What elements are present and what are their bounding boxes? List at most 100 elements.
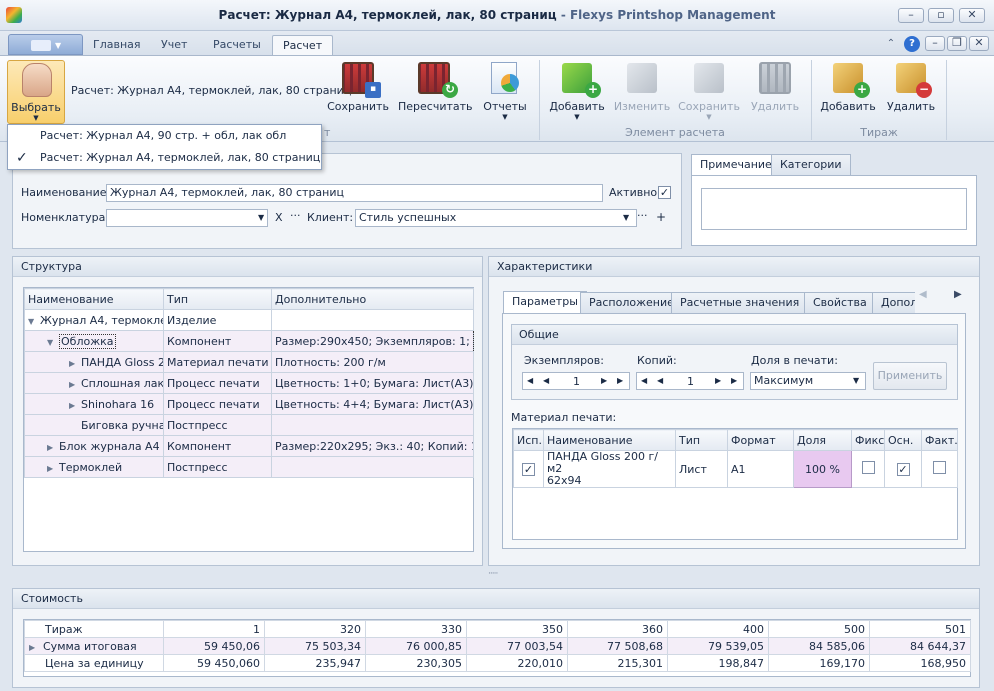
edit-element-button[interactable]: Изменить xyxy=(612,60,672,124)
tab-properties[interactable]: Свойства xyxy=(804,292,876,313)
add-client-button[interactable]: + xyxy=(656,210,666,224)
chevron-down-icon: ▼ xyxy=(33,114,39,122)
add-run-button[interactable]: + Добавить xyxy=(818,60,878,124)
col-type-header[interactable]: Тип xyxy=(675,429,728,451)
maximize-button[interactable]: ▫ xyxy=(928,8,954,23)
clear-nomenclature-button[interactable]: X xyxy=(275,211,283,224)
characteristics-title: Характеристики xyxy=(489,257,979,277)
cost-title: Стоимость xyxy=(13,589,979,609)
delete-element-button[interactable]: Удалить xyxy=(746,60,804,124)
tab-accounting[interactable]: Учет xyxy=(151,35,197,56)
col-actual-header[interactable]: Факт. xyxy=(921,429,958,451)
dropdown-item[interactable]: Расчет: Журнал А4, 90 стр. + обл, лак об… xyxy=(8,125,321,147)
actual-checkbox[interactable] xyxy=(933,461,946,474)
tree-row[interactable]: ▼Журнал А4, термоклей, лак, 80 страниц И… xyxy=(24,309,474,331)
last-icon[interactable]: ▶ xyxy=(617,376,623,385)
tab-parameters[interactable]: Параметры xyxy=(503,291,587,314)
select-calc-button[interactable]: Выбрать ▼ xyxy=(7,60,65,124)
tab-additional[interactable]: Дополнительно xyxy=(872,292,915,313)
col-fixed-header[interactable]: Фикс. xyxy=(851,429,885,451)
apply-button[interactable]: Применить xyxy=(873,362,947,390)
scroll-right-icon[interactable]: ▶ xyxy=(954,289,962,300)
col-name-header[interactable]: Наименование xyxy=(543,429,676,451)
expand-icon[interactable]: ▼ xyxy=(28,317,40,326)
prev-icon[interactable]: ◀ xyxy=(657,376,663,385)
tab-calculations[interactable]: Расчеты xyxy=(203,35,271,56)
next-icon[interactable]: ▶ xyxy=(715,376,721,385)
active-checkbox[interactable]: ✓ xyxy=(658,186,671,199)
share-select[interactable]: Максимум xyxy=(750,372,866,390)
use-checkbox[interactable]: ✓ xyxy=(522,462,535,476)
chevron-down-icon[interactable]: ▼ xyxy=(623,213,629,222)
browse-nomenclature-button[interactable]: ··· xyxy=(290,209,301,222)
collapsed-icon[interactable]: ▶ xyxy=(69,401,81,410)
notes-textarea[interactable] xyxy=(701,188,967,230)
col-extra-header[interactable]: Дополнительно xyxy=(271,288,474,310)
col-use-header[interactable]: Исп. xyxy=(513,429,544,451)
tree-row[interactable]: ▶ Блок журнала А4 Компонент Размер:220х29… xyxy=(24,435,474,457)
client-select[interactable]: Стиль успешных xyxy=(355,209,637,227)
main-checkbox[interactable]: ✓ xyxy=(896,462,910,476)
help-icon[interactable]: ? xyxy=(904,36,920,52)
col-type-header[interactable]: Тип xyxy=(163,288,272,310)
col-name-header[interactable]: Наименование xyxy=(24,288,164,310)
tab-layout[interactable]: Расположение xyxy=(580,292,683,313)
first-icon[interactable]: ◀ xyxy=(641,376,647,385)
recalculate-button[interactable]: ↻ Пересчитать xyxy=(398,60,473,124)
save-calc-button[interactable]: ▪ Сохранить xyxy=(327,60,389,124)
cost-row-total[interactable]: ▶ Сумма итоговая 59 450,06 75 503,34 76 0… xyxy=(24,637,971,655)
material-row[interactable]: ✓ ПАНДА Gloss 200 г/м2 62х94 Лист А1 100 … xyxy=(513,450,958,488)
doc-restore-button[interactable]: ❐ xyxy=(947,36,967,51)
dropdown-item[interactable]: ✓ Расчет: Журнал А4, термоклей, лак, 80 с… xyxy=(8,147,321,169)
col-format-header[interactable]: Формат xyxy=(727,429,794,451)
tab-notes[interactable]: Примечание xyxy=(691,154,781,175)
add-element-button[interactable]: + Добавить ▼ xyxy=(547,60,607,124)
collapse-ribbon-icon[interactable]: ⌃ xyxy=(883,36,899,52)
tree-row[interactable]: ▶ Shinohara 16 Процесс печати Цветность: … xyxy=(24,393,474,415)
next-icon[interactable]: ▶ xyxy=(601,376,607,385)
kopii-spinner[interactable]: ◀ ◀ 1 ▶ ▶ xyxy=(636,372,744,390)
last-icon[interactable]: ▶ xyxy=(731,376,737,385)
chevron-down-icon[interactable]: ▼ xyxy=(258,213,264,222)
tab-calculation[interactable]: Расчет xyxy=(272,35,334,56)
tab-categories[interactable]: Категории xyxy=(771,154,851,175)
material-share-cell[interactable]: 100 % xyxy=(793,450,852,488)
collapsed-icon[interactable]: ▶ xyxy=(47,464,59,473)
col-share-header[interactable]: Доля xyxy=(793,429,852,451)
tree-row[interactable]: Биговка ручная Постпресс xyxy=(24,414,474,436)
reports-button[interactable]: Отчеты ▼ xyxy=(478,60,532,124)
prev-icon[interactable]: ◀ xyxy=(543,376,549,385)
browse-client-button[interactable]: ··· xyxy=(637,209,648,222)
cost-row-run[interactable]: Тираж 1 320 330 350 360 400 500 501 xyxy=(24,620,971,638)
tab-main[interactable]: Главная xyxy=(83,35,151,56)
collapsed-icon[interactable]: ▶ xyxy=(29,643,41,652)
tree-row[interactable]: ▶ Термоклей Постпресс xyxy=(24,456,474,478)
tree-row[interactable]: ▶ПАНДА Gloss 200 Материал печати Плотнос… xyxy=(24,351,474,373)
app-menu-button[interactable]: ▼ xyxy=(8,34,83,55)
scroll-left-icon[interactable]: ◀ xyxy=(919,289,927,300)
tree-row[interactable]: ▶Сплошная лакировка Процесс печати Цветн… xyxy=(24,372,474,394)
tree-row-selected[interactable]: ▼ Обложка Компонент Размер:290х450; Экзем… xyxy=(24,330,474,352)
close-button[interactable]: ✕ xyxy=(959,8,985,23)
col-main-header[interactable]: Осн. xyxy=(884,429,922,451)
minimize-button[interactable]: – xyxy=(898,8,924,23)
splitter-grip[interactable]: ····· xyxy=(488,569,498,579)
collapsed-icon[interactable]: ▶ xyxy=(47,443,59,452)
copies-spinner[interactable]: ◀ ◀ 1 ▶ ▶ xyxy=(522,372,630,390)
collapsed-icon[interactable]: ▶ xyxy=(69,359,81,368)
cost-cell: 1 xyxy=(163,620,265,638)
first-icon[interactable]: ◀ xyxy=(527,376,533,385)
fixed-checkbox[interactable] xyxy=(861,461,875,474)
delete-run-button[interactable]: − Удалить xyxy=(884,60,938,124)
collapsed-icon[interactable]: ▶ xyxy=(69,380,81,389)
name-input[interactable]: Журнал А4, термоклей, лак, 80 страниц xyxy=(106,184,603,202)
nomenclature-select[interactable] xyxy=(106,209,268,227)
chevron-down-icon[interactable]: ▼ xyxy=(853,376,859,385)
cost-row-unit-price[interactable]: Цена за единицу 59 450,060 235,947 230,3… xyxy=(24,654,971,672)
tab-calc-values[interactable]: Расчетные значения xyxy=(671,292,809,313)
save-element-button[interactable]: Сохранить ▼ xyxy=(677,60,741,124)
doc-minimize-button[interactable]: – xyxy=(925,36,945,51)
doc-close-button[interactable]: ✕ xyxy=(969,36,989,51)
expand-icon[interactable]: ▼ xyxy=(47,338,59,347)
tree-row-type: Материал печати xyxy=(163,351,272,373)
